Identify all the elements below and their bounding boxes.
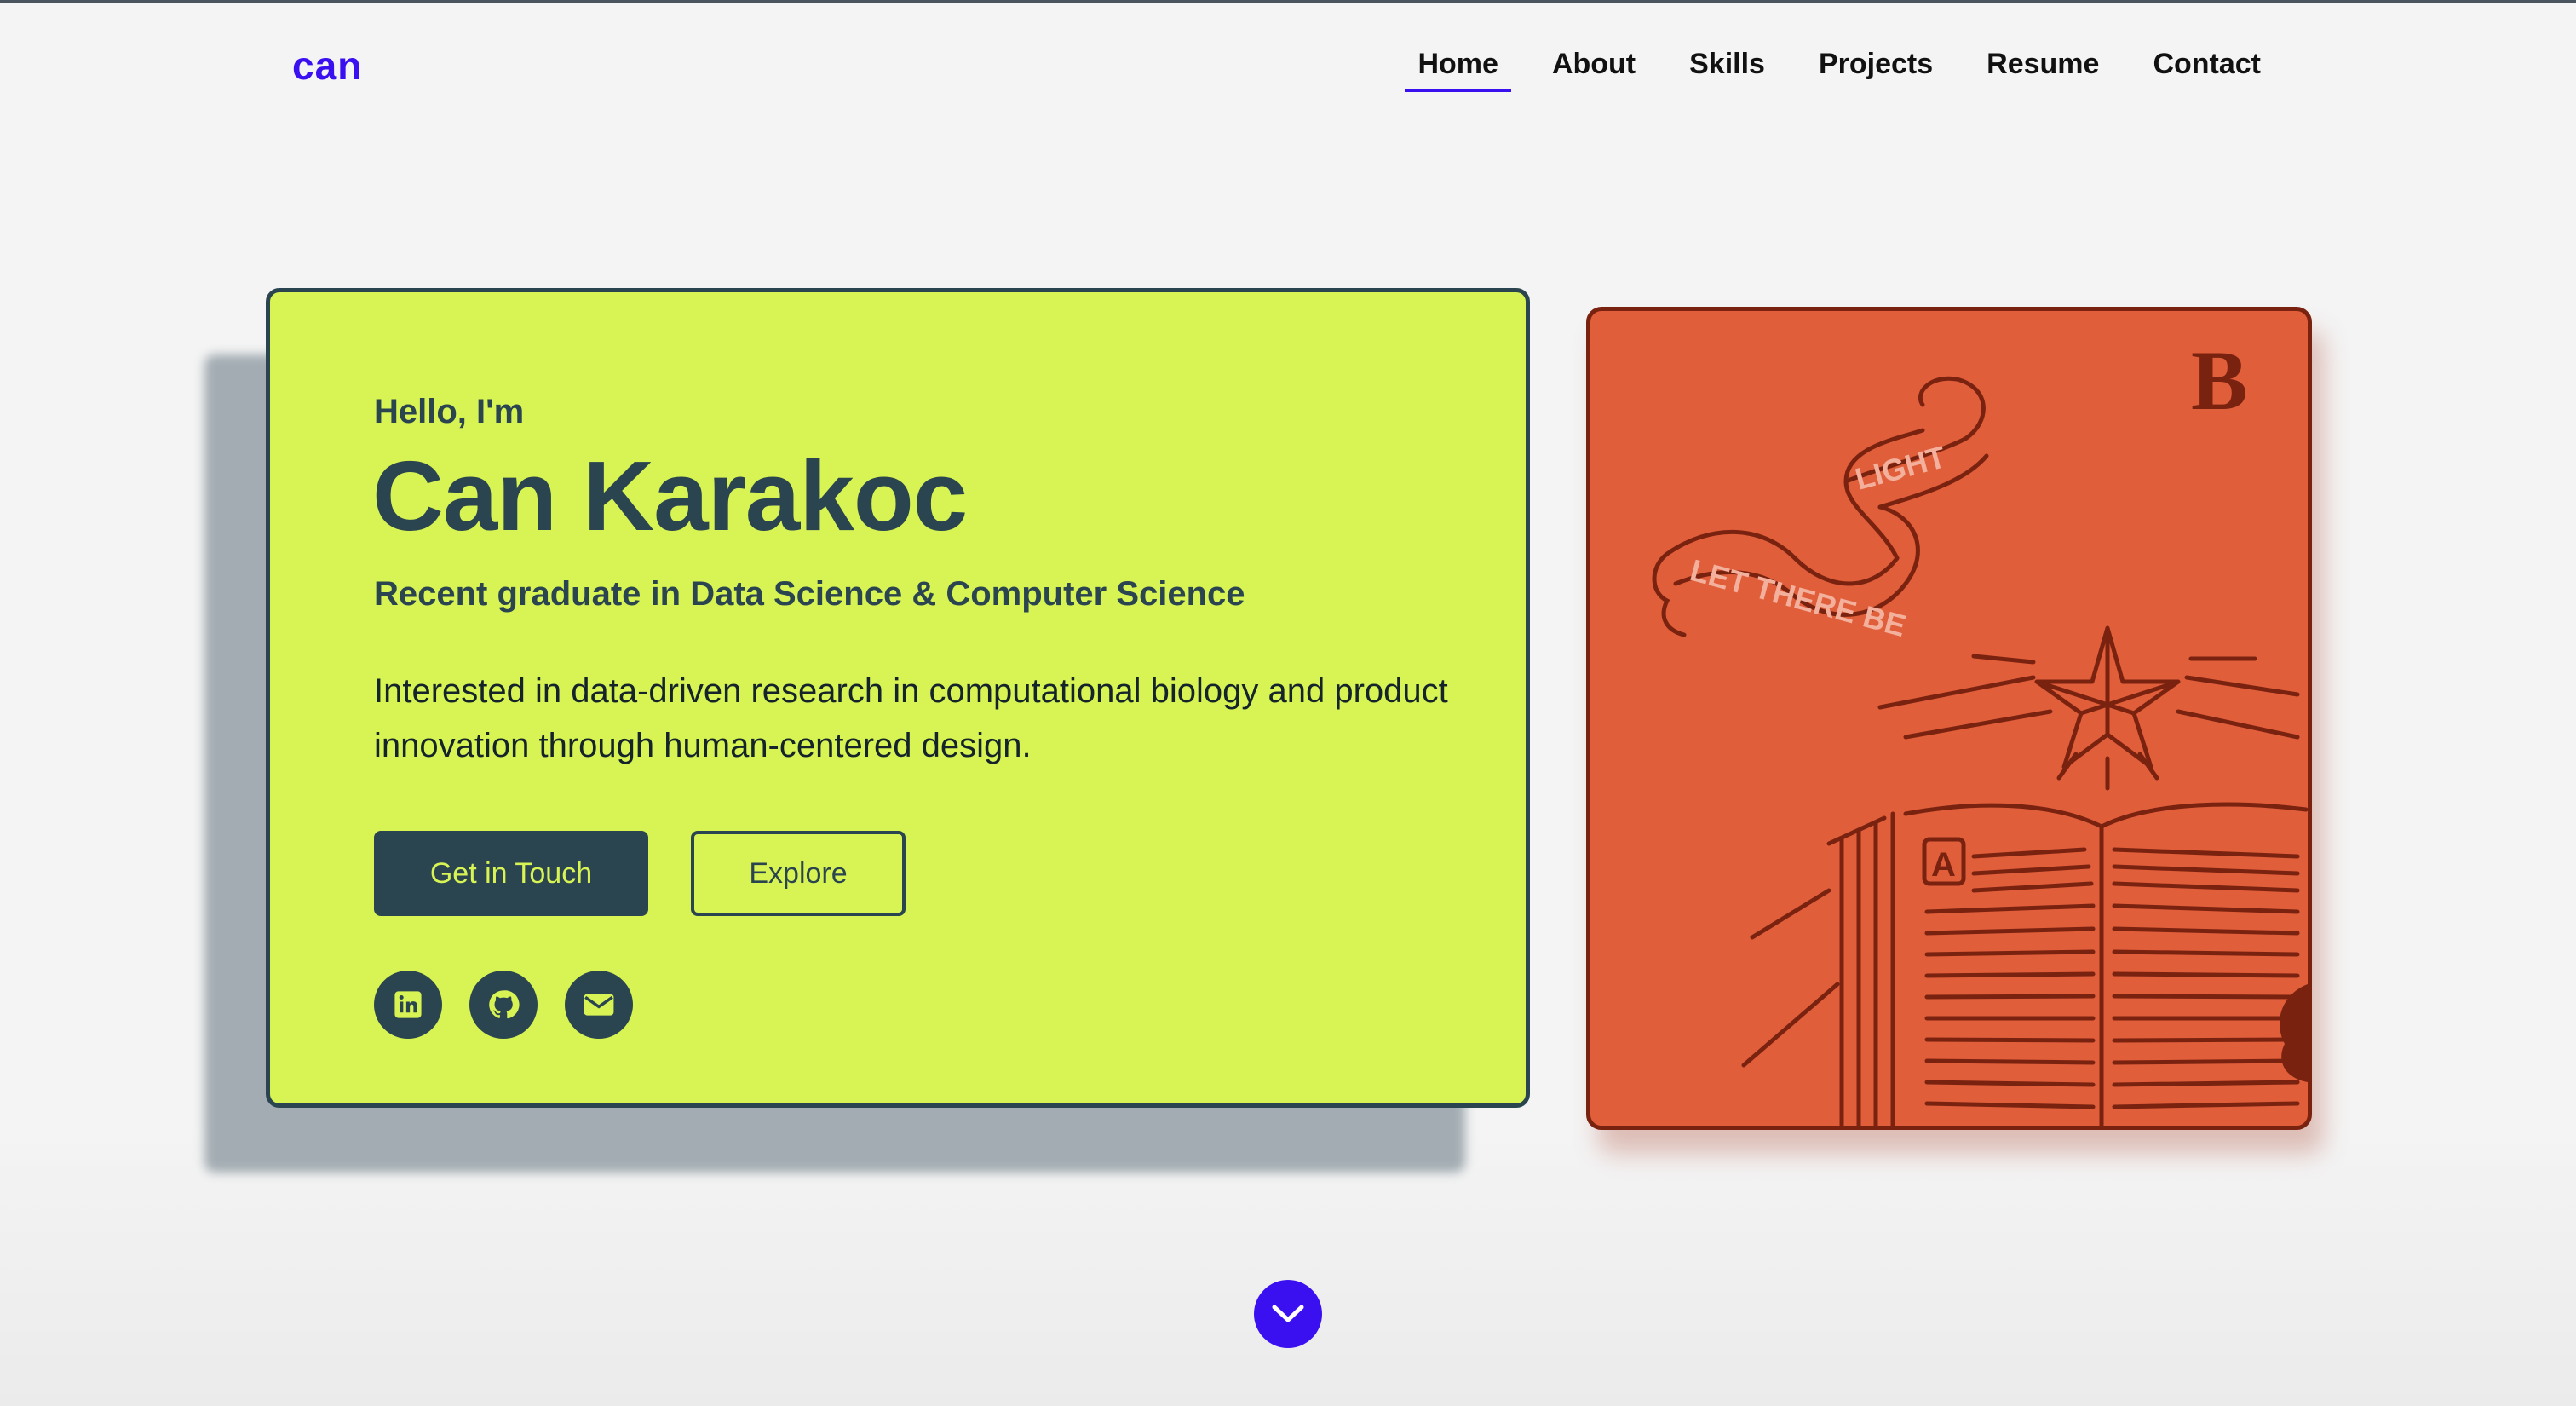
- nav-item-about[interactable]: About: [1539, 48, 1648, 92]
- nav-item-projects[interactable]: Projects: [1806, 48, 1946, 92]
- github-link[interactable]: [469, 971, 538, 1039]
- hero-bio: Interested in data-driven research in co…: [374, 672, 1448, 764]
- corner-letter: B: [2191, 333, 2248, 428]
- main-nav: Home About Skills Projects Resume Contac…: [1377, 48, 2274, 92]
- scroll-down-button[interactable]: [1254, 1280, 1322, 1348]
- github-icon: [489, 990, 520, 1019]
- hero-card: Hello, I'm Can Karakoc Recent graduate i…: [266, 288, 1530, 1108]
- email-link[interactable]: [565, 971, 633, 1039]
- linkedin-icon: [394, 991, 422, 1018]
- nav-item-contact[interactable]: Contact: [2140, 48, 2274, 92]
- hero-subtitle: Recent graduate in Data Science & Comput…: [374, 575, 1245, 613]
- hero-name: Can Karakoc: [372, 441, 968, 551]
- page: can Home About Skills Projects Resume Co…: [0, 0, 2576, 1406]
- page-letter: A: [1931, 846, 1956, 884]
- linkedin-link[interactable]: [374, 971, 442, 1039]
- site-logo[interactable]: can: [292, 43, 362, 89]
- social-links: [374, 971, 633, 1039]
- chevron-down-icon: [1272, 1305, 1304, 1322]
- hero-greeting: Hello, I'm: [374, 393, 525, 430]
- get-in-touch-button[interactable]: Get in Touch: [374, 831, 648, 916]
- email-icon: [584, 994, 614, 1016]
- nav-item-skills[interactable]: Skills: [1676, 48, 1778, 92]
- nav-item-resume[interactable]: Resume: [1974, 48, 2112, 92]
- explore-button[interactable]: Explore: [691, 831, 906, 916]
- illustration-card: LET THERE BE LIGHT B A: [1586, 307, 2312, 1130]
- book-illustration: LET THERE BE LIGHT B A: [1652, 333, 2308, 1126]
- nav-item-home[interactable]: Home: [1405, 48, 1512, 92]
- banner-text-let-there-be: LET THERE BE: [1687, 552, 1910, 643]
